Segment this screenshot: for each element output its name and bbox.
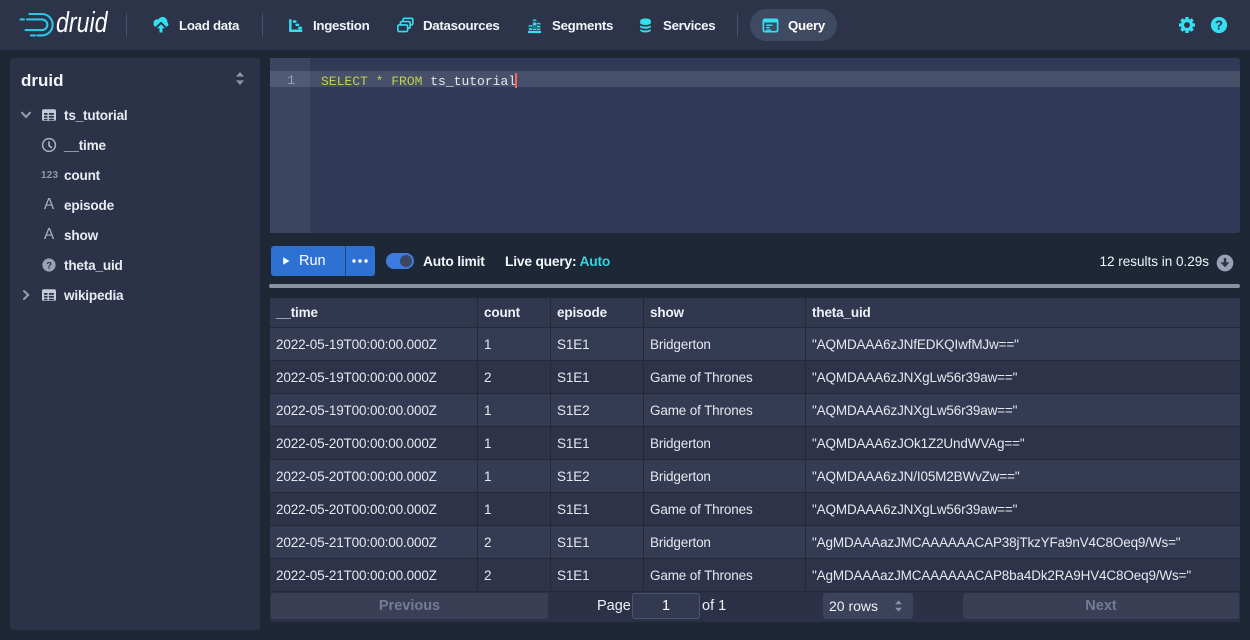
svg-text:?: ?	[1215, 17, 1223, 32]
svg-text:?: ?	[46, 260, 52, 271]
